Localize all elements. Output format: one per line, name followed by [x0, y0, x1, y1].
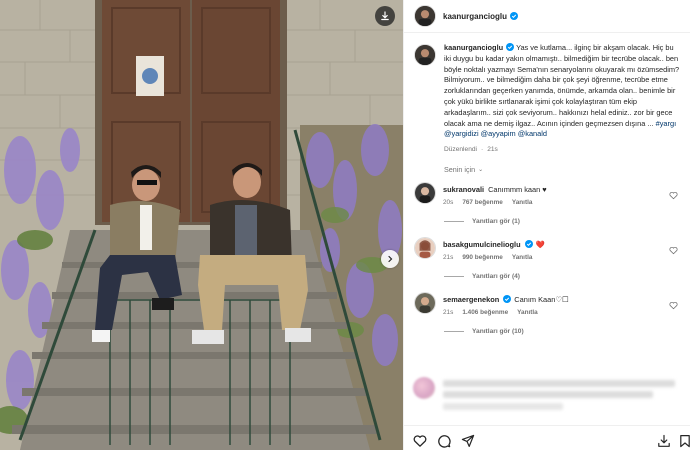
verified-badge-icon: [510, 12, 519, 20]
post-header: kaanurgancioglu: [404, 0, 690, 33]
comment-item: basakgumulcinelioglu ❤️ 21s 990 beğenme Yan…: [404, 237, 690, 261]
caption-meta: Düzenlendi · 21s: [444, 146, 682, 153]
comment-time: 21s: [443, 309, 454, 317]
chevron-down-icon: ⌄: [478, 167, 484, 174]
heart-icon[interactable]: [669, 246, 678, 255]
view-replies-label: Yanıtları gör (4): [472, 273, 520, 281]
post-image: [0, 0, 403, 450]
download-icon: [381, 11, 389, 21]
verified-badge-icon: [506, 43, 515, 51]
caption-mentions[interactable]: @yargidizi @ayyapim @kanald: [444, 129, 547, 138]
commenter-avatar[interactable]: [414, 237, 436, 260]
verified-badge-icon: [524, 240, 533, 249]
edited-label: Düzenlendi: [444, 146, 477, 154]
heart-icon[interactable]: [669, 191, 678, 200]
comment-button[interactable]: [437, 434, 451, 448]
post-time: 21s: [487, 146, 498, 154]
next-slide-button[interactable]: [381, 250, 399, 268]
comment-text: Canım Kaan♡☐: [514, 295, 569, 305]
commenter-avatar[interactable]: [414, 182, 436, 205]
bookmark-button[interactable]: [678, 434, 690, 448]
post-caption: kaanurgancioglu Yas ve kutlama... ilginç…: [404, 33, 690, 153]
comment-text: ❤️: [535, 240, 545, 250]
comment-time: 20s: [443, 199, 454, 207]
blurred-text: [443, 391, 653, 398]
caption-username[interactable]: kaanurgancioglu: [444, 43, 503, 52]
save-to-device-button[interactable]: [657, 434, 671, 448]
comment-likes[interactable]: 1.406 beğenme: [462, 309, 508, 316]
chevron-right-icon: [388, 255, 393, 263]
heart-icon: [413, 435, 427, 447]
commenter-username[interactable]: semaergenekon: [443, 295, 499, 304]
comment-icon: [438, 435, 451, 448]
comment-likes[interactable]: 990 beğenme: [462, 254, 503, 261]
author-username[interactable]: kaanurgancioglu: [443, 12, 507, 21]
view-replies-label: Yanıtları gör (10): [472, 328, 524, 336]
author-avatar[interactable]: [414, 5, 436, 27]
comment-time: 21s: [443, 254, 454, 262]
comment-sort-dropdown[interactable]: Senin için ⌄: [444, 165, 690, 174]
comment-item: sukranovali Canımmm kaan ♥ 20s 767 beğenme…: [404, 182, 690, 206]
view-replies-button[interactable]: Yanıtları gör (1): [444, 218, 690, 225]
verified-badge-icon: [503, 295, 512, 304]
view-replies-label: Yanıtları gör (1): [472, 218, 520, 226]
view-replies-button[interactable]: Yanıtları gör (10): [444, 328, 690, 335]
replies-line: [444, 331, 464, 333]
share-button[interactable]: [461, 434, 475, 448]
reply-button[interactable]: Yanıtla: [512, 254, 533, 261]
comment-likes[interactable]: 767 beğenme: [462, 199, 503, 206]
post-actions-bar: [403, 425, 690, 450]
post-photo[interactable]: [0, 0, 403, 450]
commenter-username[interactable]: sukranovali: [443, 185, 484, 194]
reply-button[interactable]: Yanıtla: [512, 199, 533, 206]
bookmark-icon: [680, 435, 690, 448]
download-button[interactable]: [375, 6, 395, 26]
comment-text: Canımmm kaan ♥: [488, 185, 547, 195]
replies-line: [444, 276, 464, 278]
commenter-username[interactable]: basakgumulcinelioglu: [443, 240, 521, 249]
blurred-text: [443, 403, 563, 410]
commenter-avatar[interactable]: [414, 292, 436, 315]
blurred-avatar: [413, 377, 435, 399]
view-replies-button[interactable]: Yanıtları gör (4): [444, 273, 690, 280]
caption-hashtag[interactable]: #yargı: [656, 119, 677, 128]
replies-line: [444, 221, 464, 223]
caption-avatar[interactable]: [414, 44, 436, 66]
send-icon: [461, 434, 475, 447]
heart-icon[interactable]: [669, 301, 678, 310]
download-tray-icon: [658, 434, 670, 447]
sort-label: Senin için: [444, 165, 476, 175]
blurred-comment: [413, 374, 683, 424]
reply-button[interactable]: Yanıtla: [517, 309, 538, 316]
caption-text: kaanurgancioglu Yas ve kutlama... ilginç…: [444, 43, 682, 140]
like-button[interactable]: [413, 434, 427, 448]
blurred-text: [443, 380, 675, 387]
caption-body: Yas ve kutlama... ilginç bir akşam olaca…: [444, 43, 680, 128]
dot-separator: ·: [481, 146, 484, 154]
comment-item: semaergenekon Canım Kaan♡☐ 21s 1.406 beğen…: [404, 292, 690, 316]
